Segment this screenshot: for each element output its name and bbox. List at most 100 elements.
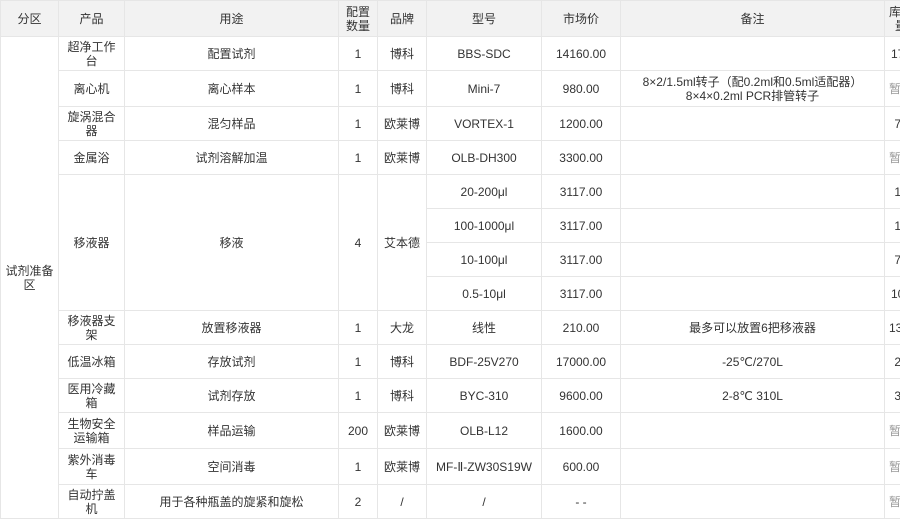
header-usage: 用途	[124, 0, 339, 37]
remark-line: 8×2/1.5ml转子（配0.2ml和0.5ml适配器）	[642, 74, 863, 89]
product-cell: 低温冰箱	[58, 344, 125, 379]
table-row: 移液器 移液 4 艾本德 20-200μl 3117.00 16	[1, 174, 900, 311]
product-cell: 旋涡混合器	[58, 106, 125, 141]
stock-cell: 31	[884, 378, 900, 413]
remark-cell	[620, 36, 885, 71]
brand-cell: 欧莱博	[377, 448, 427, 485]
model-cell: OLB-DH300	[426, 140, 542, 175]
model-cell: 100-1000μl	[426, 208, 542, 243]
header-qty: 配置数量	[338, 0, 378, 37]
qty-cell: 1	[338, 310, 378, 345]
usage-cell: 试剂溶解加温	[124, 140, 339, 175]
remark-cell	[620, 448, 885, 485]
header-brand: 品牌	[377, 0, 427, 37]
brand-cell: /	[377, 484, 427, 519]
price-cell: 14160.00	[541, 36, 621, 71]
qty-cell: 1	[338, 344, 378, 379]
remark-cell	[620, 140, 885, 175]
table-row: 金属浴 试剂溶解加温 1 欧莱博 OLB-DH300 3300.00 暂无	[1, 140, 900, 175]
product-cell: 超净工作台	[58, 36, 125, 71]
stock-cell: 暂无	[884, 412, 900, 449]
product-cell: 紫外消毒车	[58, 448, 125, 485]
product-cell: 医用冷藏箱	[58, 378, 125, 413]
product-cell: 金属浴	[58, 140, 125, 175]
usage-cell: 空间消毒	[124, 448, 339, 485]
price-cell: 1200.00	[541, 106, 621, 141]
brand-cell: 欧莱博	[377, 106, 427, 141]
usage-cell: 混匀样品	[124, 106, 339, 141]
header-model: 型号	[426, 0, 542, 37]
stock-cell: 177	[884, 36, 900, 71]
product-cell: 移液器支架	[58, 310, 125, 345]
remark-line: 8×4×0.2ml PCR排管转子	[685, 88, 820, 103]
model-cell: Mini-7	[426, 70, 542, 107]
table-row: 生物安全运输箱 样品运输 200 欧莱博 OLB-L12 1600.00 暂无	[1, 412, 900, 449]
model-cell: 0.5-10μl	[426, 276, 542, 311]
product-cell: 移液器	[58, 174, 125, 311]
usage-cell: 样品运输	[124, 412, 339, 449]
remark-cell: 8×2/1.5ml转子（配0.2ml和0.5ml适配器） 8×4×0.2ml P…	[620, 70, 885, 107]
stock-cell: 暂无	[884, 70, 900, 107]
header-row: 分区 产品 用途 配置数量 品牌 型号 市场价 备注 库存量	[0, 0, 900, 37]
remark-cell	[620, 242, 885, 277]
model-cell: 10-100μl	[426, 242, 542, 277]
brand-cell: 大龙	[377, 310, 427, 345]
price-cell: - -	[541, 484, 621, 519]
remark-cell: 2-8℃ 310L	[620, 378, 885, 413]
qty-cell: 1	[338, 36, 378, 71]
brand-cell: 博科	[377, 378, 427, 413]
brand-cell: 博科	[377, 36, 427, 71]
table-row: 旋涡混合器 混匀样品 1 欧莱博 VORTEX-1 1200.00 70	[1, 106, 900, 141]
header-remark: 备注	[620, 0, 885, 37]
price-cell: 3117.00	[541, 242, 621, 277]
table-row: 自动拧盖机 用于各种瓶盖的旋紧和旋松 2 / / - - 暂无	[1, 484, 900, 519]
header-price: 市场价	[541, 0, 621, 37]
model-cell: OLB-L12	[426, 412, 542, 449]
model-cell: BBS-SDC	[426, 36, 542, 71]
price-cell: 210.00	[541, 310, 621, 345]
table-row: 医用冷藏箱 试剂存放 1 博科 BYC-310 9600.00 2-8℃ 310…	[1, 378, 900, 413]
price-cell: 3117.00	[541, 174, 621, 209]
table-row: 低温冰箱 存放试剂 1 博科 BDF-25V270 17000.00 -25℃/…	[1, 344, 900, 379]
equipment-table: 分区 产品 用途 配置数量 品牌 型号 市场价 备注 库存量 试剂准备区 超净工…	[0, 0, 900, 519]
header-zone: 分区	[0, 0, 59, 37]
brand-cell: 艾本德	[377, 174, 427, 311]
price-cell: 3117.00	[541, 208, 621, 243]
brand-cell: 欧莱博	[377, 412, 427, 449]
qty-cell: 1	[338, 378, 378, 413]
brand-cell: 博科	[377, 70, 427, 107]
price-cell: 980.00	[541, 70, 621, 107]
usage-cell: 试剂存放	[124, 378, 339, 413]
stock-cell: 20	[884, 344, 900, 379]
remark-cell	[620, 208, 885, 243]
brand-cell: 博科	[377, 344, 427, 379]
remark-cell	[620, 412, 885, 449]
usage-cell: 存放试剂	[124, 344, 339, 379]
price-cell: 600.00	[541, 448, 621, 485]
stock-cell: 1375	[884, 310, 900, 345]
usage-cell: 用于各种瓶盖的旋紧和旋松	[124, 484, 339, 519]
stock-cell: 104	[884, 276, 900, 311]
model-cell: /	[426, 484, 542, 519]
remark-cell	[620, 106, 885, 141]
qty-cell: 1	[338, 70, 378, 107]
table-row: 试剂准备区 超净工作台 配置试剂 1 博科 BBS-SDC 14160.00 1…	[0, 36, 900, 519]
price-cell: 3300.00	[541, 140, 621, 175]
price-cell: 9600.00	[541, 378, 621, 413]
product-cell: 离心机	[58, 70, 125, 107]
remark-cell: 最多可以放置6把移液器	[620, 310, 885, 345]
remark-cell	[620, 484, 885, 519]
usage-cell: 放置移液器	[124, 310, 339, 345]
remark-cell: -25℃/270L	[620, 344, 885, 379]
qty-cell: 2	[338, 484, 378, 519]
stock-cell: 暂无	[884, 448, 900, 485]
remark-cell	[620, 276, 885, 311]
zone-cell: 试剂准备区	[0, 36, 59, 519]
usage-cell: 离心样本	[124, 70, 339, 107]
model-cell: MF-Ⅱ-ZW30S19W	[426, 448, 542, 485]
qty-cell: 200	[338, 412, 378, 449]
stock-cell: 19	[884, 208, 900, 243]
model-cell: BYC-310	[426, 378, 542, 413]
model-cell: VORTEX-1	[426, 106, 542, 141]
stock-cell: 71	[884, 242, 900, 277]
